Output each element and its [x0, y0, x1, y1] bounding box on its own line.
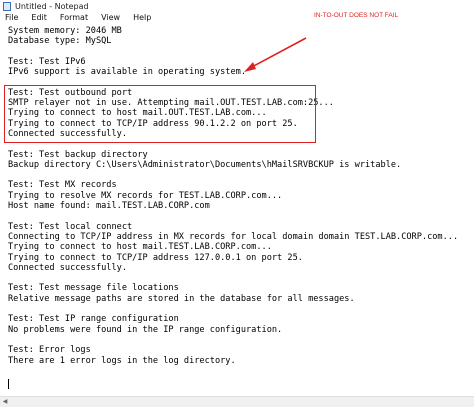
arrow-head-icon — [244, 62, 256, 72]
horizontal-scrollbar[interactable]: ◀ — [0, 396, 474, 407]
arrow-shaft — [249, 37, 307, 69]
annotation-arrow — [244, 37, 307, 72]
